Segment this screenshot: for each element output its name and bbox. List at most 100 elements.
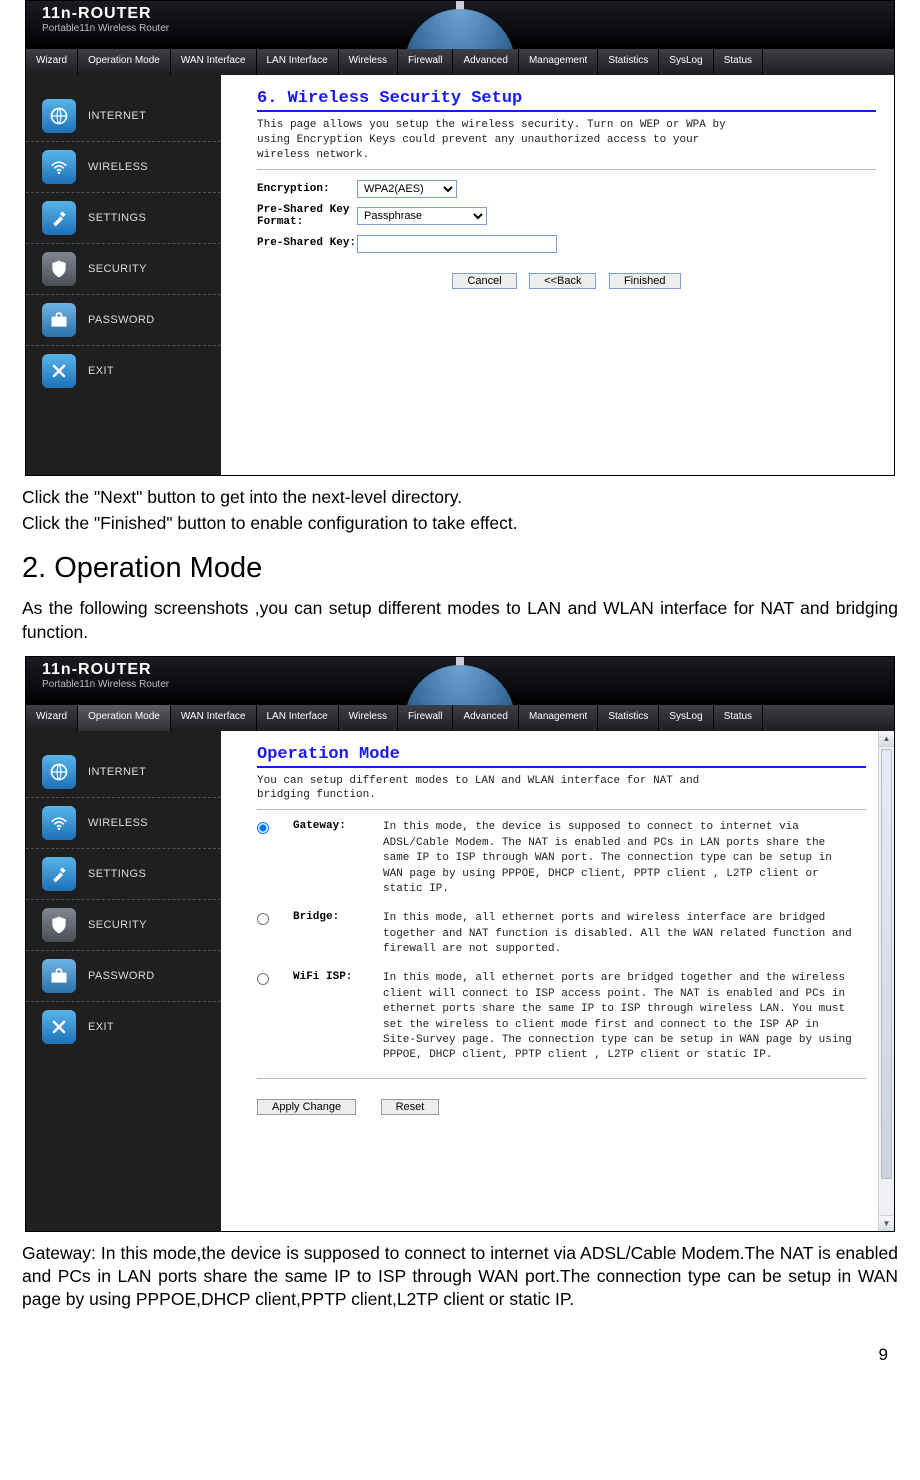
scroll-down-icon[interactable]: ▼ xyxy=(879,1215,894,1231)
tab-operation-mode[interactable]: Operation Mode xyxy=(78,705,171,731)
tab-status[interactable]: Status xyxy=(714,705,763,731)
finished-button[interactable]: Finished xyxy=(609,273,681,289)
mode-gateway-label: Gateway: xyxy=(293,820,373,832)
sidebar-item-exit[interactable]: EXIT xyxy=(26,346,221,396)
wifi-icon xyxy=(42,806,76,840)
tab-syslog[interactable]: SysLog xyxy=(659,49,713,75)
sidebar-item-label: WIRELESS xyxy=(88,817,148,829)
shield-icon xyxy=(42,908,76,942)
sidebar-item-internet[interactable]: INTERNET xyxy=(26,91,221,142)
doc-paragraph: Click the "Next" button to get into the … xyxy=(22,486,898,509)
page-description: You can setup different modes to LAN and… xyxy=(257,774,727,804)
tab-wan-interface[interactable]: WAN Interface xyxy=(171,705,257,731)
mode-bridge-label: Bridge: xyxy=(293,911,373,923)
sidebar-item-security[interactable]: SECURITY xyxy=(26,244,221,295)
tab-operation-mode[interactable]: Operation Mode xyxy=(78,49,171,75)
scroll-up-icon[interactable]: ▲ xyxy=(879,731,894,747)
sidebar-item-settings[interactable]: SETTINGS xyxy=(26,193,221,244)
antenna-graphic xyxy=(400,1,520,49)
tab-status[interactable]: Status xyxy=(714,49,763,75)
doc-paragraph: Click the "Finished" button to enable co… xyxy=(22,512,898,535)
tab-wireless[interactable]: Wireless xyxy=(339,49,398,75)
mode-bridge-radio[interactable] xyxy=(257,913,269,925)
tab-wizard[interactable]: Wizard xyxy=(26,49,78,75)
sidebar-item-label: WIRELESS xyxy=(88,161,148,173)
sidebar-item-exit[interactable]: EXIT xyxy=(26,1002,221,1052)
shield-icon xyxy=(42,252,76,286)
psk-format-select[interactable]: Passphrase xyxy=(357,207,487,225)
tab-lan-interface[interactable]: LAN Interface xyxy=(257,49,339,75)
sidebar-item-internet[interactable]: INTERNET xyxy=(26,747,221,798)
doc-body: Click the "Next" button to get into the … xyxy=(22,486,898,644)
briefcase-icon xyxy=(42,303,76,337)
page-title: 6. Wireless Security Setup xyxy=(257,89,876,112)
sidebar-item-label: PASSWORD xyxy=(88,970,155,982)
main-panel: 6. Wireless Security Setup This page all… xyxy=(221,75,894,475)
scrollbar[interactable]: ▲ ▼ xyxy=(878,731,894,1231)
apply-change-button[interactable]: Apply Change xyxy=(257,1099,356,1115)
tab-wireless[interactable]: Wireless xyxy=(339,705,398,731)
sidebar-item-label: EXIT xyxy=(88,365,114,377)
tab-statistics[interactable]: Statistics xyxy=(598,705,659,731)
doc-paragraph: As the following screenshots ,you can se… xyxy=(22,597,898,643)
tab-management[interactable]: Management xyxy=(519,49,598,75)
mode-wifi-isp-radio[interactable] xyxy=(257,973,269,985)
sidebar-item-password[interactable]: PASSWORD xyxy=(26,951,221,1002)
tab-management[interactable]: Management xyxy=(519,705,598,731)
tools-icon xyxy=(42,857,76,891)
psk-format-label: Pre-Shared Key Format: xyxy=(257,204,357,229)
cancel-button[interactable]: Cancel xyxy=(452,273,516,289)
antenna-graphic xyxy=(400,657,520,705)
doc-heading: 2. Operation Mode xyxy=(22,549,898,587)
globe-icon xyxy=(42,99,76,133)
sidebar-item-password[interactable]: PASSWORD xyxy=(26,295,221,346)
encryption-select[interactable]: WPA2(AES) xyxy=(357,180,457,198)
tab-syslog[interactable]: SysLog xyxy=(659,705,713,731)
sidebar-item-wireless[interactable]: WIRELESS xyxy=(26,798,221,849)
tab-firewall[interactable]: Firewall xyxy=(398,49,453,75)
page-title: Operation Mode xyxy=(257,745,866,768)
tab-wan-interface[interactable]: WAN Interface xyxy=(171,49,257,75)
tab-advanced[interactable]: Advanced xyxy=(453,705,518,731)
sidebar-item-security[interactable]: SECURITY xyxy=(26,900,221,951)
screenshot-operation-mode: 11n-ROUTER Portable11n Wireless Router W… xyxy=(25,656,895,1232)
reset-button[interactable]: Reset xyxy=(381,1099,440,1115)
tab-wizard[interactable]: Wizard xyxy=(26,705,78,731)
sidebar-item-settings[interactable]: SETTINGS xyxy=(26,849,221,900)
sidebar-item-wireless[interactable]: WIRELESS xyxy=(26,142,221,193)
tab-lan-interface[interactable]: LAN Interface xyxy=(257,705,339,731)
logo: 11n-ROUTER Portable11n Wireless Router xyxy=(42,5,169,34)
page-description: This page allows you setup the wireless … xyxy=(257,118,727,163)
sidebar-item-label: INTERNET xyxy=(88,110,146,122)
sidebar-item-label: SETTINGS xyxy=(88,868,146,880)
sidebar-item-label: INTERNET xyxy=(88,766,146,778)
mode-gateway-radio[interactable] xyxy=(257,822,269,834)
logo-line1: 11n-ROUTER xyxy=(42,5,169,23)
mode-bridge-desc: In this mode, all ethernet ports and wir… xyxy=(383,911,857,957)
screenshot-wireless-security: 11n-ROUTER Portable11n Wireless Router W… xyxy=(25,0,895,476)
back-button[interactable]: <<Back xyxy=(529,273,596,289)
sidebar-item-label: EXIT xyxy=(88,1021,114,1033)
divider xyxy=(257,169,876,170)
psk-label: Pre-Shared Key: xyxy=(257,237,357,250)
sidebar-item-label: SECURITY xyxy=(88,263,147,275)
close-icon xyxy=(42,1010,76,1044)
psk-input[interactable] xyxy=(357,235,557,253)
router-banner: 11n-ROUTER Portable11n Wireless Router xyxy=(26,1,894,49)
encryption-label: Encryption: xyxy=(257,183,357,195)
mode-options: Gateway: In this mode, the device is sup… xyxy=(257,820,857,1063)
sidebar: INTERNET WIRELESS SETTINGS SECURITY PASS… xyxy=(26,75,221,475)
tools-icon xyxy=(42,201,76,235)
sidebar-item-label: SETTINGS xyxy=(88,212,146,224)
sidebar-item-label: PASSWORD xyxy=(88,314,155,326)
logo-line2: Portable11n Wireless Router xyxy=(42,679,169,690)
scroll-thumb[interactable] xyxy=(881,749,892,1179)
logo-line2: Portable11n Wireless Router xyxy=(42,23,169,34)
globe-icon xyxy=(42,755,76,789)
briefcase-icon xyxy=(42,959,76,993)
tab-statistics[interactable]: Statistics xyxy=(598,49,659,75)
tab-firewall[interactable]: Firewall xyxy=(398,705,453,731)
tab-advanced[interactable]: Advanced xyxy=(453,49,518,75)
main-panel: Operation Mode You can setup different m… xyxy=(221,731,894,1231)
page-number: 9 xyxy=(22,1345,898,1365)
